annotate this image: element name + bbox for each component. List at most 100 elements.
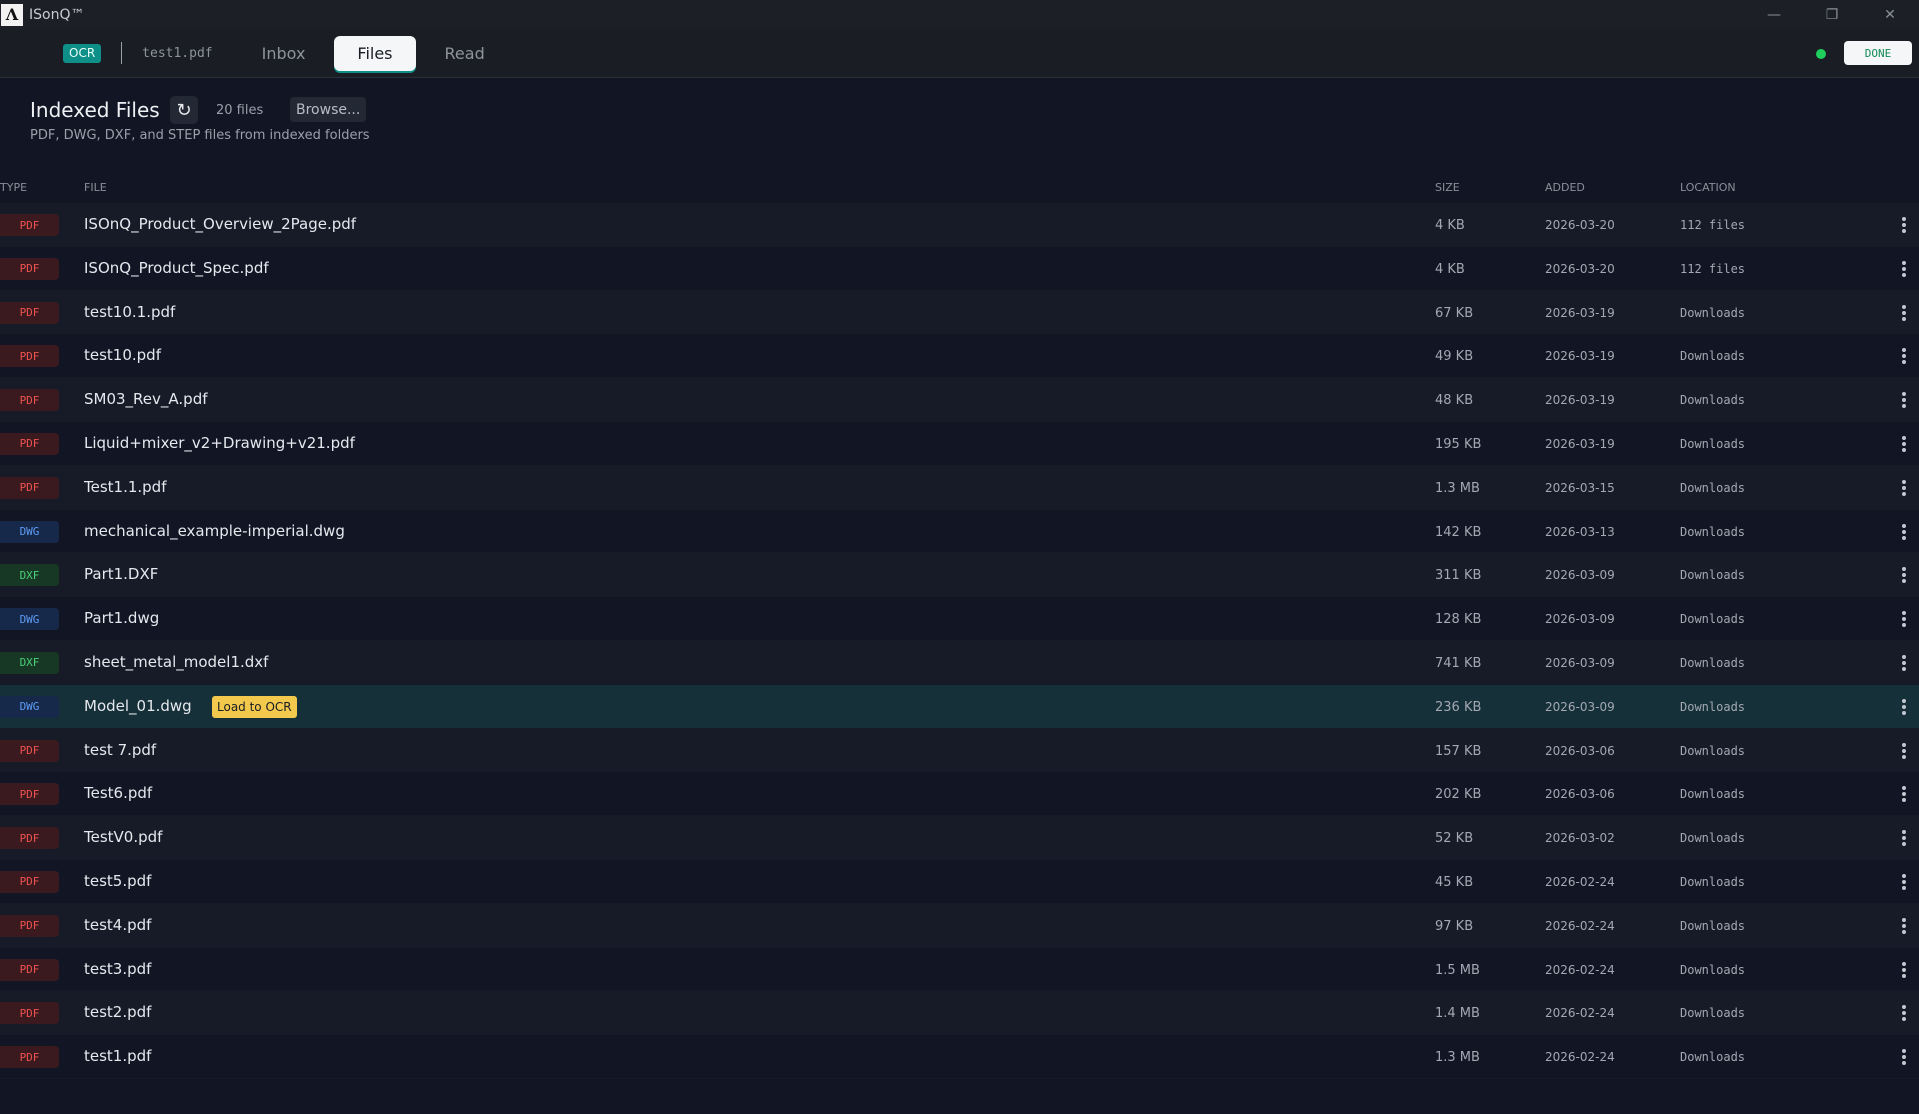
close-icon[interactable]: ✕	[1861, 0, 1919, 29]
table-row[interactable]: PDF SM03_Rev_A.pdf 48 KB 2026-03-19 Download…	[0, 378, 1919, 422]
table-row[interactable]: PDF test2.pdf 1.4 MB 2026-02-24 Downloads	[0, 991, 1919, 1036]
more-options-icon[interactable]	[1902, 479, 1906, 496]
more-options-icon[interactable]	[1902, 260, 1906, 277]
more-options-icon[interactable]	[1902, 654, 1906, 671]
more-options-icon[interactable]	[1902, 523, 1906, 540]
table-row[interactable]: PDF TestV0.pdf 52 KB 2026-03-02 Downloads	[0, 816, 1919, 860]
file-name[interactable]: test 7.pdf	[84, 741, 156, 759]
browse-button[interactable]: Browse...	[290, 97, 367, 122]
minimize-icon[interactable]: —	[1745, 0, 1803, 29]
column-added[interactable]: ADDED	[1545, 181, 1585, 194]
file-name[interactable]: sheet_metal_model1.dxf	[84, 653, 268, 671]
file-added-date: 2026-03-06	[1545, 787, 1615, 802]
table-row[interactable]: DWG Part1.dwg 128 KB 2026-03-09 Downloads	[0, 597, 1919, 641]
table-row[interactable]: PDF test3.pdf 1.5 MB 2026-02-24 Downloads	[0, 947, 1919, 992]
file-added-date: 2026-03-20	[1545, 218, 1615, 232]
table-row[interactable]: PDF Liquid+mixer_v2+Drawing+v21.pdf 195 KB…	[0, 421, 1919, 466]
more-options-icon[interactable]	[1902, 961, 1906, 978]
file-name[interactable]: Model_01.dwg	[84, 697, 192, 715]
table-row[interactable]: DWG mechanical_example-imperial.dwg 142 KB…	[0, 509, 1919, 554]
load-to-ocr-button[interactable]: Load to OCR	[212, 695, 297, 718]
restore-icon[interactable]: ❐	[1803, 0, 1861, 29]
table-row[interactable]: PDF test10.pdf 49 KB 2026-03-19 Downloads	[0, 334, 1919, 379]
file-location: Downloads	[1680, 612, 1746, 627]
more-options-icon[interactable]	[1902, 1005, 1906, 1022]
file-added-date: 2026-03-09	[1545, 612, 1615, 627]
table-row[interactable]: PDF test4.pdf 97 KB 2026-02-24 Downloads	[0, 903, 1919, 948]
file-name[interactable]: test1.pdf	[84, 1047, 151, 1065]
table-row[interactable]: PDF test5.pdf 45 KB 2026-02-24 Downloads	[0, 859, 1919, 904]
file-name[interactable]: test10.1.pdf	[84, 303, 175, 321]
file-size: 142 KB	[1435, 524, 1482, 540]
table-row[interactable]: PDF ISOnQ_Product_Spec.pdf 4 KB 2026-03-20 1…	[0, 246, 1919, 291]
file-name[interactable]: Part1.dwg	[84, 609, 159, 627]
file-name[interactable]: test4.pdf	[84, 916, 151, 934]
table-row[interactable]: PDF Test1.1.pdf 1.3 MB 2026-03-15 Downloads	[0, 465, 1919, 510]
table-row[interactable]: DXF Part1.DXF 311 KB 2026-03-09 Downloads	[0, 553, 1919, 598]
more-options-icon[interactable]	[1902, 348, 1906, 365]
file-name[interactable]: test5.pdf	[84, 872, 151, 890]
file-type-badge: DXF	[0, 564, 59, 587]
more-options-icon[interactable]	[1902, 611, 1906, 628]
tab-files[interactable]: Files	[334, 35, 416, 71]
ocr-badge[interactable]: OCR	[63, 43, 102, 63]
table-row[interactable]: PDF test1.pdf 1.3 MB 2026-02-24 Downloads	[0, 1035, 1919, 1079]
file-size: 236 KB	[1435, 699, 1482, 715]
file-type-badge: PDF	[0, 257, 59, 280]
file-name[interactable]: TestV0.pdf	[84, 828, 162, 846]
file-name[interactable]: test10.pdf	[84, 346, 161, 364]
done-button[interactable]: DONE	[1844, 41, 1912, 65]
file-type-badge: PDF	[0, 1002, 59, 1025]
column-location[interactable]: LOCATION	[1680, 181, 1736, 194]
file-type-badge: PDF	[0, 345, 59, 368]
file-type-badge: DWG	[0, 695, 59, 718]
file-added-date: 2026-03-20	[1545, 261, 1615, 276]
file-added-date: 2026-02-24	[1545, 1050, 1615, 1065]
file-type-badge: PDF	[0, 914, 59, 937]
file-size: 202 KB	[1435, 787, 1482, 803]
app-logo: Λ	[1, 3, 23, 26]
column-size[interactable]: SIZE	[1435, 181, 1460, 194]
table-row[interactable]: PDF Test6.pdf 202 KB 2026-03-06 Downloads	[0, 772, 1919, 817]
file-type-badge: PDF	[0, 827, 59, 850]
file-name[interactable]: test3.pdf	[84, 960, 151, 978]
table-row[interactable]: PDF ISOnQ_Product_Overview_2Page.pdf 4 KB 2…	[0, 203, 1919, 247]
more-options-icon[interactable]	[1902, 698, 1906, 715]
file-size: 4 KB	[1435, 261, 1465, 277]
file-name[interactable]: Part1.DXF	[84, 565, 158, 583]
more-options-icon[interactable]	[1902, 830, 1906, 847]
more-options-icon[interactable]	[1902, 917, 1906, 934]
file-name[interactable]: Liquid+mixer_v2+Drawing+v21.pdf	[84, 434, 355, 452]
refresh-icon[interactable]: ↻	[170, 96, 198, 124]
more-options-icon[interactable]	[1902, 1049, 1906, 1066]
file-name[interactable]: test2.pdf	[84, 1003, 151, 1021]
file-name[interactable]: ISOnQ_Product_Overview_2Page.pdf	[84, 215, 356, 233]
file-type-badge: PDF	[0, 214, 59, 236]
column-file[interactable]: FILE	[84, 181, 107, 194]
more-options-icon[interactable]	[1902, 873, 1906, 890]
tab-inbox[interactable]: Inbox	[239, 36, 329, 71]
table-row[interactable]: DXF sheet_metal_model1.dxf 741 KB 2026-03-0…	[0, 640, 1919, 685]
table-row[interactable]: PDF test10.1.pdf 67 KB 2026-03-19 Downloads	[0, 290, 1919, 335]
table-row[interactable]: DWG Model_01.dwg Load to OCR 236 KB 2026-03-…	[0, 684, 1919, 729]
tab-bar: OCR test1.pdf Inbox Files Read DONE	[0, 29, 1919, 78]
file-name[interactable]: Test6.pdf	[84, 784, 152, 802]
more-options-icon[interactable]	[1902, 567, 1906, 584]
more-options-icon[interactable]	[1902, 435, 1906, 452]
more-options-icon[interactable]	[1902, 304, 1906, 321]
more-options-icon[interactable]	[1902, 217, 1906, 233]
tab-read[interactable]: Read	[422, 36, 508, 71]
file-added-date: 2026-03-19	[1545, 393, 1615, 408]
file-location: Downloads	[1680, 1050, 1746, 1065]
table-row[interactable]: PDF test 7.pdf 157 KB 2026-03-06 Downloads	[0, 728, 1919, 773]
file-name[interactable]: SM03_Rev_A.pdf	[84, 390, 208, 408]
file-name[interactable]: mechanical_example-imperial.dwg	[84, 522, 345, 540]
more-options-icon[interactable]	[1902, 786, 1906, 803]
file-name[interactable]: Test1.1.pdf	[84, 478, 167, 496]
file-name[interactable]: ISOnQ_Product_Spec.pdf	[84, 259, 269, 277]
column-type[interactable]: TYPE	[0, 181, 27, 194]
more-options-icon[interactable]	[1902, 742, 1906, 759]
file-location: Downloads	[1680, 874, 1746, 889]
file-location: Downloads	[1680, 480, 1746, 495]
more-options-icon[interactable]	[1902, 392, 1906, 409]
